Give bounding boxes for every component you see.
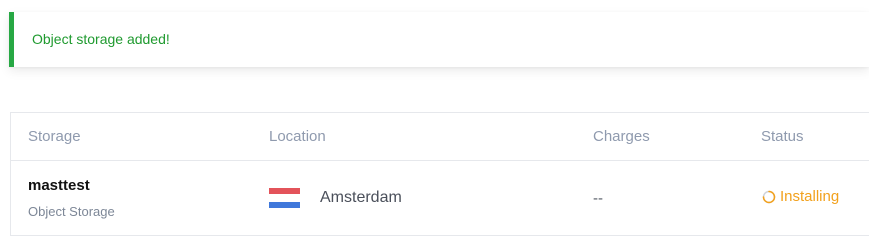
status-text: Installing	[780, 188, 840, 205]
storage-table: Storage Location Charges Status masttest…	[10, 112, 869, 236]
storage-type: Object Storage	[28, 204, 115, 219]
status-badge: Installing	[762, 188, 839, 205]
charges-value: --	[593, 190, 603, 207]
storage-name[interactable]: masttest	[28, 177, 90, 194]
column-header-charges: Charges	[593, 128, 650, 145]
success-alert: Object storage added!	[9, 12, 869, 67]
table-header: Storage Location Charges Status	[11, 113, 869, 161]
location-name: Amsterdam	[320, 189, 402, 206]
netherlands-flag-icon	[269, 188, 300, 208]
column-header-storage: Storage	[28, 128, 81, 145]
table-row[interactable]: masttest Object Storage Amsterdam -- Ins…	[11, 161, 869, 236]
spinner-icon	[762, 190, 776, 203]
alert-message: Object storage added!	[32, 31, 170, 47]
column-header-status: Status	[761, 128, 804, 145]
column-header-location: Location	[269, 128, 326, 145]
